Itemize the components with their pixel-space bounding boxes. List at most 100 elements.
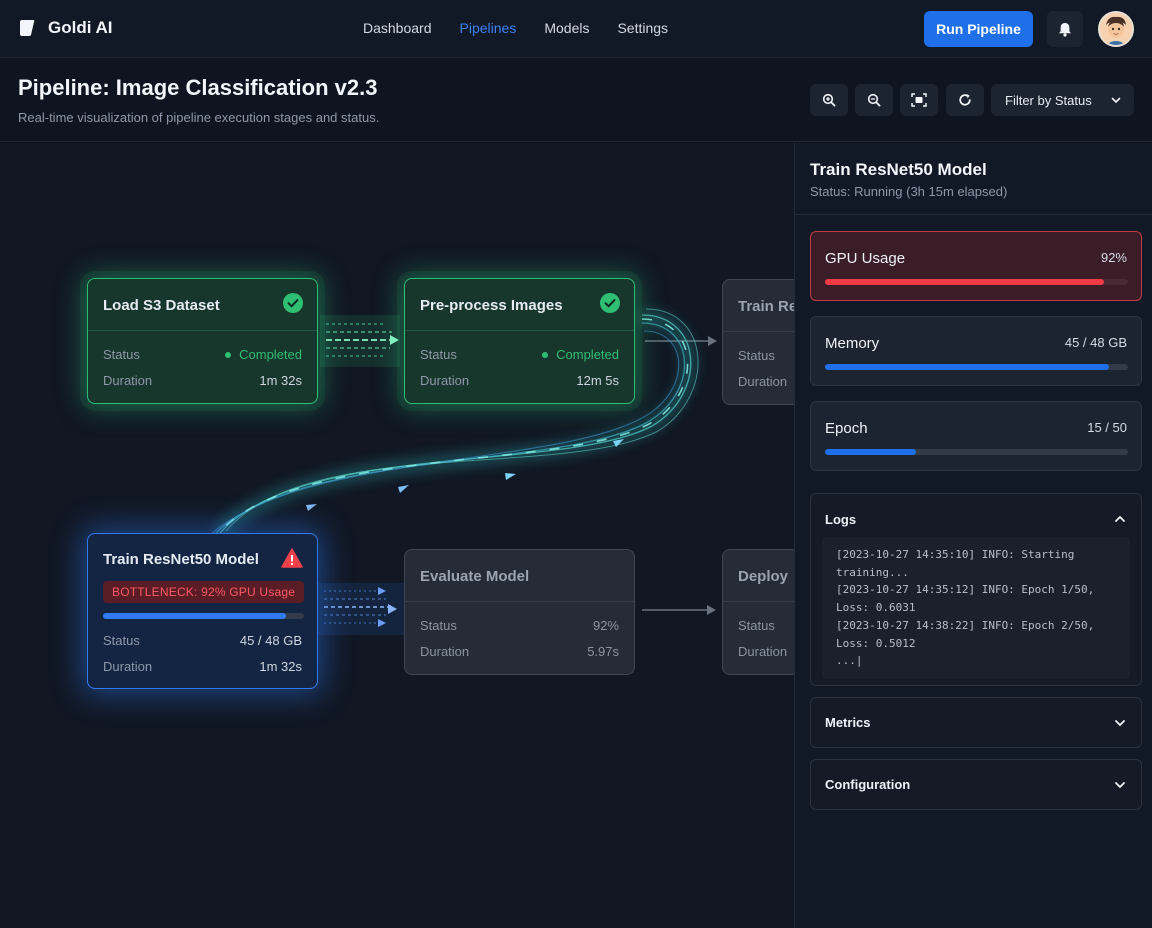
duration-label: Duration bbox=[738, 644, 788, 659]
logs-section: Logs [2023-10-27 14:35:10] INFO: Startin… bbox=[810, 493, 1142, 686]
status-row: Status 45 / 48 GB bbox=[103, 633, 302, 648]
refresh-button[interactable] bbox=[946, 84, 984, 116]
pipeline-canvas[interactable]: Load S3 Dataset Status Completed Duratio… bbox=[0, 143, 794, 928]
refresh-icon bbox=[959, 94, 971, 106]
status-label: Status bbox=[103, 347, 140, 362]
stream-train-to-evaluate bbox=[318, 583, 404, 635]
status-row: Status Completed bbox=[420, 347, 619, 362]
logo-icon bbox=[20, 20, 35, 36]
nav-pipelines[interactable]: Pipelines bbox=[460, 20, 517, 36]
node-evaluate-model[interactable]: Evaluate Model Status 92% Duration 5.97s bbox=[404, 549, 635, 675]
node-train-partial[interactable]: Train Re Status Duration bbox=[722, 279, 794, 405]
status-label: Status bbox=[738, 348, 775, 363]
detail-status: Status: Running (3h 15m elapsed) bbox=[810, 184, 1008, 199]
divider bbox=[723, 601, 794, 602]
node-title: Pre-process Images bbox=[420, 297, 563, 314]
stream-load-to-preprocess bbox=[320, 315, 400, 367]
duration-value: 5.97s bbox=[587, 644, 619, 659]
zoom-in-button[interactable] bbox=[810, 84, 848, 116]
brand[interactable]: Goldi AI bbox=[18, 18, 113, 38]
bottleneck-badge: BOTTLENECK: 92% GPU Usage bbox=[103, 581, 304, 603]
page-header: Pipeline: Image Classification v2.3 Real… bbox=[0, 59, 1152, 142]
zoom-out-icon bbox=[867, 93, 881, 107]
fit-view-button[interactable] bbox=[900, 84, 938, 116]
duration-label: Duration bbox=[420, 644, 470, 659]
fit-view-icon bbox=[911, 93, 927, 107]
divider bbox=[88, 330, 317, 331]
nav-settings[interactable]: Settings bbox=[617, 20, 668, 36]
metric-label: GPU Usage bbox=[825, 250, 906, 267]
status-text: Completed bbox=[556, 347, 619, 362]
duration-value: 1m 32s bbox=[259, 373, 302, 388]
metric-bar-fill bbox=[825, 364, 1110, 370]
metric-label: Epoch bbox=[825, 420, 868, 437]
node-preprocess-images[interactable]: Pre-process Images Status Completed Dura… bbox=[404, 278, 635, 404]
divider bbox=[723, 331, 794, 332]
nav-dashboard[interactable]: Dashboard bbox=[363, 20, 432, 36]
status-value: Completed bbox=[225, 347, 302, 362]
divider bbox=[405, 601, 634, 602]
duration-row: Duration bbox=[738, 374, 794, 389]
duration-label: Duration bbox=[420, 373, 470, 388]
bell-icon bbox=[1059, 22, 1071, 37]
status-dot-icon bbox=[225, 351, 232, 358]
chevron-down-icon[interactable] bbox=[1113, 778, 1127, 792]
divider bbox=[405, 330, 634, 331]
bottleneck-text: 92% GPU Usage bbox=[201, 585, 296, 599]
configuration-section[interactable]: Configuration bbox=[810, 759, 1142, 810]
status-value: 45 / 48 GB bbox=[239, 633, 302, 648]
duration-label: Duration bbox=[103, 659, 153, 674]
detail-panel: Train ResNet50 Model Status: Running (3h… bbox=[794, 143, 1152, 928]
status-row: Status 92% bbox=[420, 618, 619, 633]
zoom-in-icon bbox=[822, 93, 836, 107]
status-row: Status bbox=[738, 618, 794, 633]
duration-label: Duration bbox=[103, 373, 153, 388]
node-load-s3-dataset[interactable]: Load S3 Dataset Status Completed Duratio… bbox=[87, 278, 318, 404]
check-circle-icon bbox=[600, 293, 620, 313]
filter-by-status-dropdown[interactable]: Filter by Status bbox=[991, 84, 1134, 116]
bottleneck-label: BOTTLENECK: bbox=[112, 585, 198, 599]
node-title: Evaluate Model bbox=[420, 568, 530, 585]
status-label: Status bbox=[103, 633, 140, 648]
node-title: Load S3 Dataset bbox=[103, 297, 220, 314]
metric-bar bbox=[825, 279, 1128, 285]
check-circle-icon bbox=[283, 293, 303, 313]
chevron-down-icon[interactable] bbox=[1113, 716, 1127, 730]
metric-value: 15 / 50 bbox=[1087, 420, 1127, 435]
avatar[interactable] bbox=[1098, 11, 1134, 47]
status-label: Status bbox=[420, 618, 457, 633]
chevron-down-icon bbox=[1111, 97, 1121, 104]
zoom-out-button[interactable] bbox=[855, 84, 893, 116]
metric-bar bbox=[825, 364, 1128, 370]
arrow-evaluate-to-deploy bbox=[642, 605, 716, 615]
status-row: Status bbox=[738, 348, 794, 363]
metric-gpu-usage: GPU Usage 92% bbox=[810, 231, 1142, 301]
status-row: Status Completed bbox=[103, 347, 302, 362]
notifications-button[interactable] bbox=[1047, 11, 1083, 47]
run-pipeline-button[interactable]: Run Pipeline bbox=[924, 11, 1033, 47]
status-value: Completed bbox=[542, 347, 619, 362]
metric-value: 45 / 48 GB bbox=[1064, 335, 1127, 350]
divider bbox=[795, 214, 1152, 215]
duration-row: Duration bbox=[738, 644, 794, 659]
nav-links: Dashboard Pipelines Models Settings bbox=[363, 20, 668, 36]
node-train-resnet50[interactable]: Train ResNet50 Model BOTTLENECK: 92% GPU… bbox=[87, 533, 318, 689]
duration-label: Duration bbox=[738, 374, 788, 389]
duration-value: 12m 5s bbox=[576, 373, 619, 388]
node-title: Train ResNet50 Model bbox=[103, 551, 259, 568]
detail-title: Train ResNet50 Model bbox=[810, 160, 987, 179]
chevron-up-icon[interactable] bbox=[1113, 512, 1127, 526]
status-value: 92% bbox=[592, 618, 619, 633]
metric-memory: Memory 45 / 48 GB bbox=[810, 316, 1142, 386]
page-subtitle: Real-time visualization of pipeline exec… bbox=[18, 110, 380, 125]
status-label: Status bbox=[420, 347, 457, 362]
duration-row: Duration 12m 5s bbox=[420, 373, 619, 388]
app-name: Goldi AI bbox=[48, 18, 113, 37]
progress-fill bbox=[103, 613, 286, 619]
warning-icon bbox=[281, 548, 303, 568]
duration-row: Duration 5.97s bbox=[420, 644, 619, 659]
duration-row: Duration 1m 32s bbox=[103, 659, 302, 674]
node-deploy[interactable]: Deploy Status Duration bbox=[722, 549, 794, 675]
nav-models[interactable]: Models bbox=[544, 20, 589, 36]
metrics-section[interactable]: Metrics bbox=[810, 697, 1142, 748]
